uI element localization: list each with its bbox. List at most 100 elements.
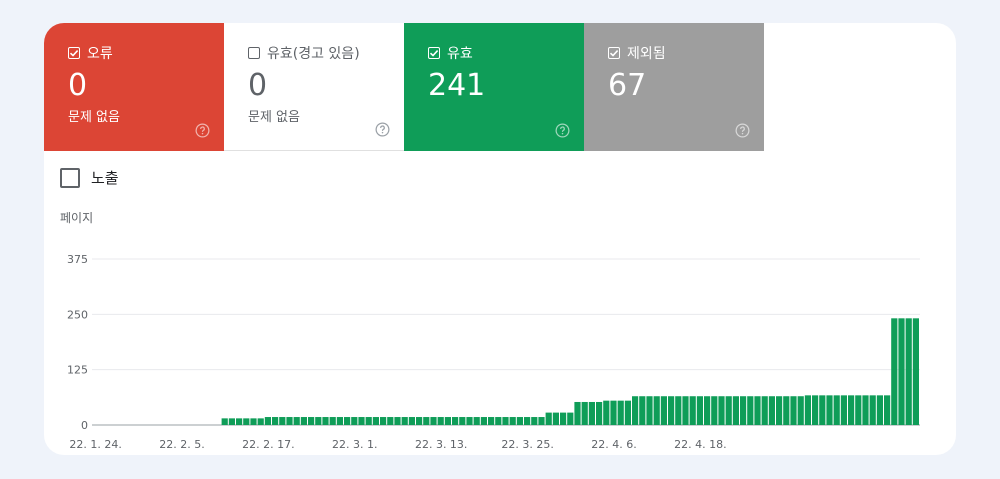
bar-valid[interactable] bbox=[444, 417, 451, 425]
bar-valid[interactable] bbox=[804, 395, 811, 425]
bar-valid[interactable] bbox=[394, 417, 401, 425]
bar-valid[interactable] bbox=[336, 417, 343, 425]
bar-valid[interactable] bbox=[228, 418, 235, 425]
bar-valid[interactable] bbox=[660, 396, 667, 425]
bar-valid[interactable] bbox=[286, 417, 293, 425]
bar-valid[interactable] bbox=[459, 417, 466, 425]
bar-valid[interactable] bbox=[567, 412, 574, 425]
bar-valid[interactable] bbox=[243, 418, 250, 425]
help-icon[interactable] bbox=[195, 123, 210, 138]
bar-valid[interactable] bbox=[790, 396, 797, 425]
bar-valid[interactable] bbox=[560, 412, 567, 425]
bar-valid[interactable] bbox=[862, 395, 869, 425]
bar-valid[interactable] bbox=[826, 395, 833, 425]
bar-valid[interactable] bbox=[783, 396, 790, 425]
bar-valid[interactable] bbox=[358, 417, 365, 425]
bar-valid[interactable] bbox=[639, 396, 646, 425]
checkbox-checked-icon[interactable] bbox=[608, 47, 620, 59]
bar-valid[interactable] bbox=[272, 417, 279, 425]
bar-valid[interactable] bbox=[502, 417, 509, 425]
help-icon[interactable] bbox=[555, 123, 570, 138]
bar-valid[interactable] bbox=[473, 417, 480, 425]
bar-valid[interactable] bbox=[689, 396, 696, 425]
checkbox-checked-icon[interactable] bbox=[428, 47, 440, 59]
bar-valid[interactable] bbox=[912, 318, 919, 425]
bar-valid[interactable] bbox=[610, 400, 617, 425]
bar-valid[interactable] bbox=[740, 396, 747, 425]
bar-valid[interactable] bbox=[416, 417, 423, 425]
bar-valid[interactable] bbox=[423, 417, 430, 425]
tile-error[interactable]: 오류 0 문제 없음 bbox=[44, 23, 224, 151]
bar-valid[interactable] bbox=[891, 318, 898, 425]
bar-valid[interactable] bbox=[696, 396, 703, 425]
bar-valid[interactable] bbox=[704, 396, 711, 425]
bar-valid[interactable] bbox=[905, 318, 912, 425]
bar-valid[interactable] bbox=[509, 417, 516, 425]
bar-valid[interactable] bbox=[768, 396, 775, 425]
bar-valid[interactable] bbox=[495, 417, 502, 425]
checkbox-unchecked-icon[interactable] bbox=[60, 167, 80, 188]
bar-valid[interactable] bbox=[344, 417, 351, 425]
bar-valid[interactable] bbox=[293, 417, 300, 425]
bar-valid[interactable] bbox=[646, 396, 653, 425]
bar-valid[interactable] bbox=[365, 417, 372, 425]
bar-valid[interactable] bbox=[264, 417, 271, 425]
bar-valid[interactable] bbox=[855, 395, 862, 425]
bar-valid[interactable] bbox=[300, 417, 307, 425]
bar-valid[interactable] bbox=[711, 396, 718, 425]
bar-valid[interactable] bbox=[653, 396, 660, 425]
bar-valid[interactable] bbox=[531, 417, 538, 425]
bar-valid[interactable] bbox=[833, 395, 840, 425]
bar-valid[interactable] bbox=[725, 396, 732, 425]
bar-valid[interactable] bbox=[603, 400, 610, 425]
tile-warning[interactable]: 유효(경고 있음) 0 문제 없음 bbox=[224, 23, 404, 151]
bar-valid[interactable] bbox=[430, 417, 437, 425]
bar-valid[interactable] bbox=[545, 412, 552, 425]
bar-valid[interactable] bbox=[552, 412, 559, 425]
bar-valid[interactable] bbox=[315, 417, 322, 425]
bar-valid[interactable] bbox=[797, 396, 804, 425]
bar-valid[interactable] bbox=[869, 395, 876, 425]
bar-valid[interactable] bbox=[884, 395, 891, 425]
bar-valid[interactable] bbox=[754, 396, 761, 425]
bar-valid[interactable] bbox=[329, 417, 336, 425]
help-icon[interactable] bbox=[375, 122, 390, 137]
bar-valid[interactable] bbox=[812, 395, 819, 425]
bar-valid[interactable] bbox=[516, 417, 523, 425]
bar-valid[interactable] bbox=[632, 396, 639, 425]
bar-valid[interactable] bbox=[617, 400, 624, 425]
bar-valid[interactable] bbox=[624, 400, 631, 425]
bar-valid[interactable] bbox=[682, 396, 689, 425]
impressions-toggle[interactable]: 노출 bbox=[60, 167, 119, 188]
bar-valid[interactable] bbox=[776, 396, 783, 425]
bar-valid[interactable] bbox=[876, 395, 883, 425]
bar-valid[interactable] bbox=[380, 417, 387, 425]
bar-valid[interactable] bbox=[408, 417, 415, 425]
bar-valid[interactable] bbox=[718, 396, 725, 425]
bar-valid[interactable] bbox=[668, 396, 675, 425]
bar-valid[interactable] bbox=[437, 417, 444, 425]
bar-valid[interactable] bbox=[840, 395, 847, 425]
bar-valid[interactable] bbox=[581, 401, 588, 425]
bar-valid[interactable] bbox=[524, 417, 531, 425]
help-icon[interactable] bbox=[735, 123, 750, 138]
bar-valid[interactable] bbox=[351, 417, 358, 425]
bar-valid[interactable] bbox=[372, 417, 379, 425]
bar-valid[interactable] bbox=[596, 401, 603, 425]
bar-valid[interactable] bbox=[308, 417, 315, 425]
checkbox-unchecked-icon[interactable] bbox=[248, 47, 260, 59]
bar-valid[interactable] bbox=[538, 417, 545, 425]
bar-valid[interactable] bbox=[588, 401, 595, 425]
bar-valid[interactable] bbox=[401, 417, 408, 425]
checkbox-checked-icon[interactable] bbox=[68, 47, 80, 59]
bar-valid[interactable] bbox=[819, 395, 826, 425]
tile-excluded[interactable]: 제외됨 67 bbox=[584, 23, 764, 151]
bar-valid[interactable] bbox=[236, 418, 243, 425]
bar-valid[interactable] bbox=[675, 396, 682, 425]
bar-valid[interactable] bbox=[761, 396, 768, 425]
tile-valid[interactable]: 유효 241 bbox=[404, 23, 584, 151]
bar-valid[interactable] bbox=[257, 418, 264, 425]
bar-valid[interactable] bbox=[250, 418, 257, 425]
bar-valid[interactable] bbox=[732, 396, 739, 425]
bar-valid[interactable] bbox=[848, 395, 855, 425]
